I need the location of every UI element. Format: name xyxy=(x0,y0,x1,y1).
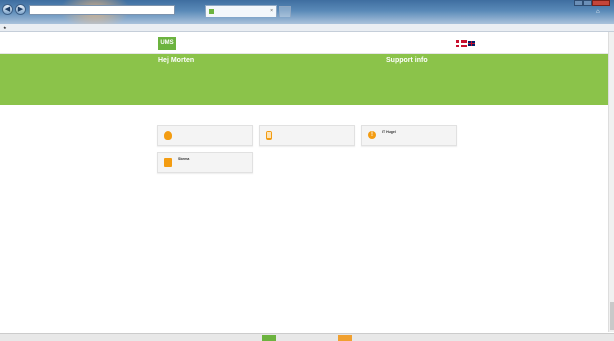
danish-flag-icon[interactable] xyxy=(456,40,467,47)
password-icon xyxy=(164,131,172,140)
site-header xyxy=(0,32,614,54)
favorites-bar: ★ xyxy=(0,24,614,32)
browser-titlebar: ◀ ▶ × ⌂ xyxy=(0,0,614,30)
new-tab-button[interactable] xyxy=(279,6,291,17)
mobile-numbers-card[interactable] xyxy=(259,125,355,146)
change-password-card[interactable] xyxy=(157,125,253,146)
mobile-icon xyxy=(266,131,272,140)
it-alert-icon xyxy=(368,131,376,139)
greeting-heading: Hej Morten xyxy=(158,57,195,64)
card-title: Skema xyxy=(178,157,190,161)
favorites-icon[interactable]: ★ xyxy=(3,24,7,32)
support-heading: Support info xyxy=(386,57,428,64)
window-maximize-button[interactable] xyxy=(583,0,592,6)
browser-tab[interactable]: × xyxy=(205,5,277,17)
home-icon[interactable]: ⌂ xyxy=(596,9,600,15)
it-rules-card[interactable]: IT Hugel xyxy=(361,125,457,146)
footer-ums-logo xyxy=(262,335,276,341)
welcome-banner xyxy=(0,54,614,105)
tab-favicon-icon xyxy=(209,9,214,14)
card-title: IT Hugel xyxy=(382,130,396,134)
ums-logo[interactable]: UMS xyxy=(158,37,176,50)
back-button[interactable]: ◀ xyxy=(2,4,13,15)
footer-partner-logo xyxy=(338,335,352,341)
schedule-card[interactable]: Skema xyxy=(157,152,253,173)
vertical-scrollbar[interactable] xyxy=(608,32,614,332)
address-bar[interactable] xyxy=(29,5,175,15)
window-minimize-button[interactable] xyxy=(574,0,583,6)
scrollbar-thumb[interactable] xyxy=(610,302,614,330)
print-icon xyxy=(164,158,172,167)
page-footer xyxy=(0,333,614,341)
forward-button[interactable]: ▶ xyxy=(15,4,26,15)
window-close-button[interactable] xyxy=(592,0,610,6)
tab-close-icon[interactable]: × xyxy=(270,6,273,17)
british-flag-icon[interactable] xyxy=(468,41,475,46)
